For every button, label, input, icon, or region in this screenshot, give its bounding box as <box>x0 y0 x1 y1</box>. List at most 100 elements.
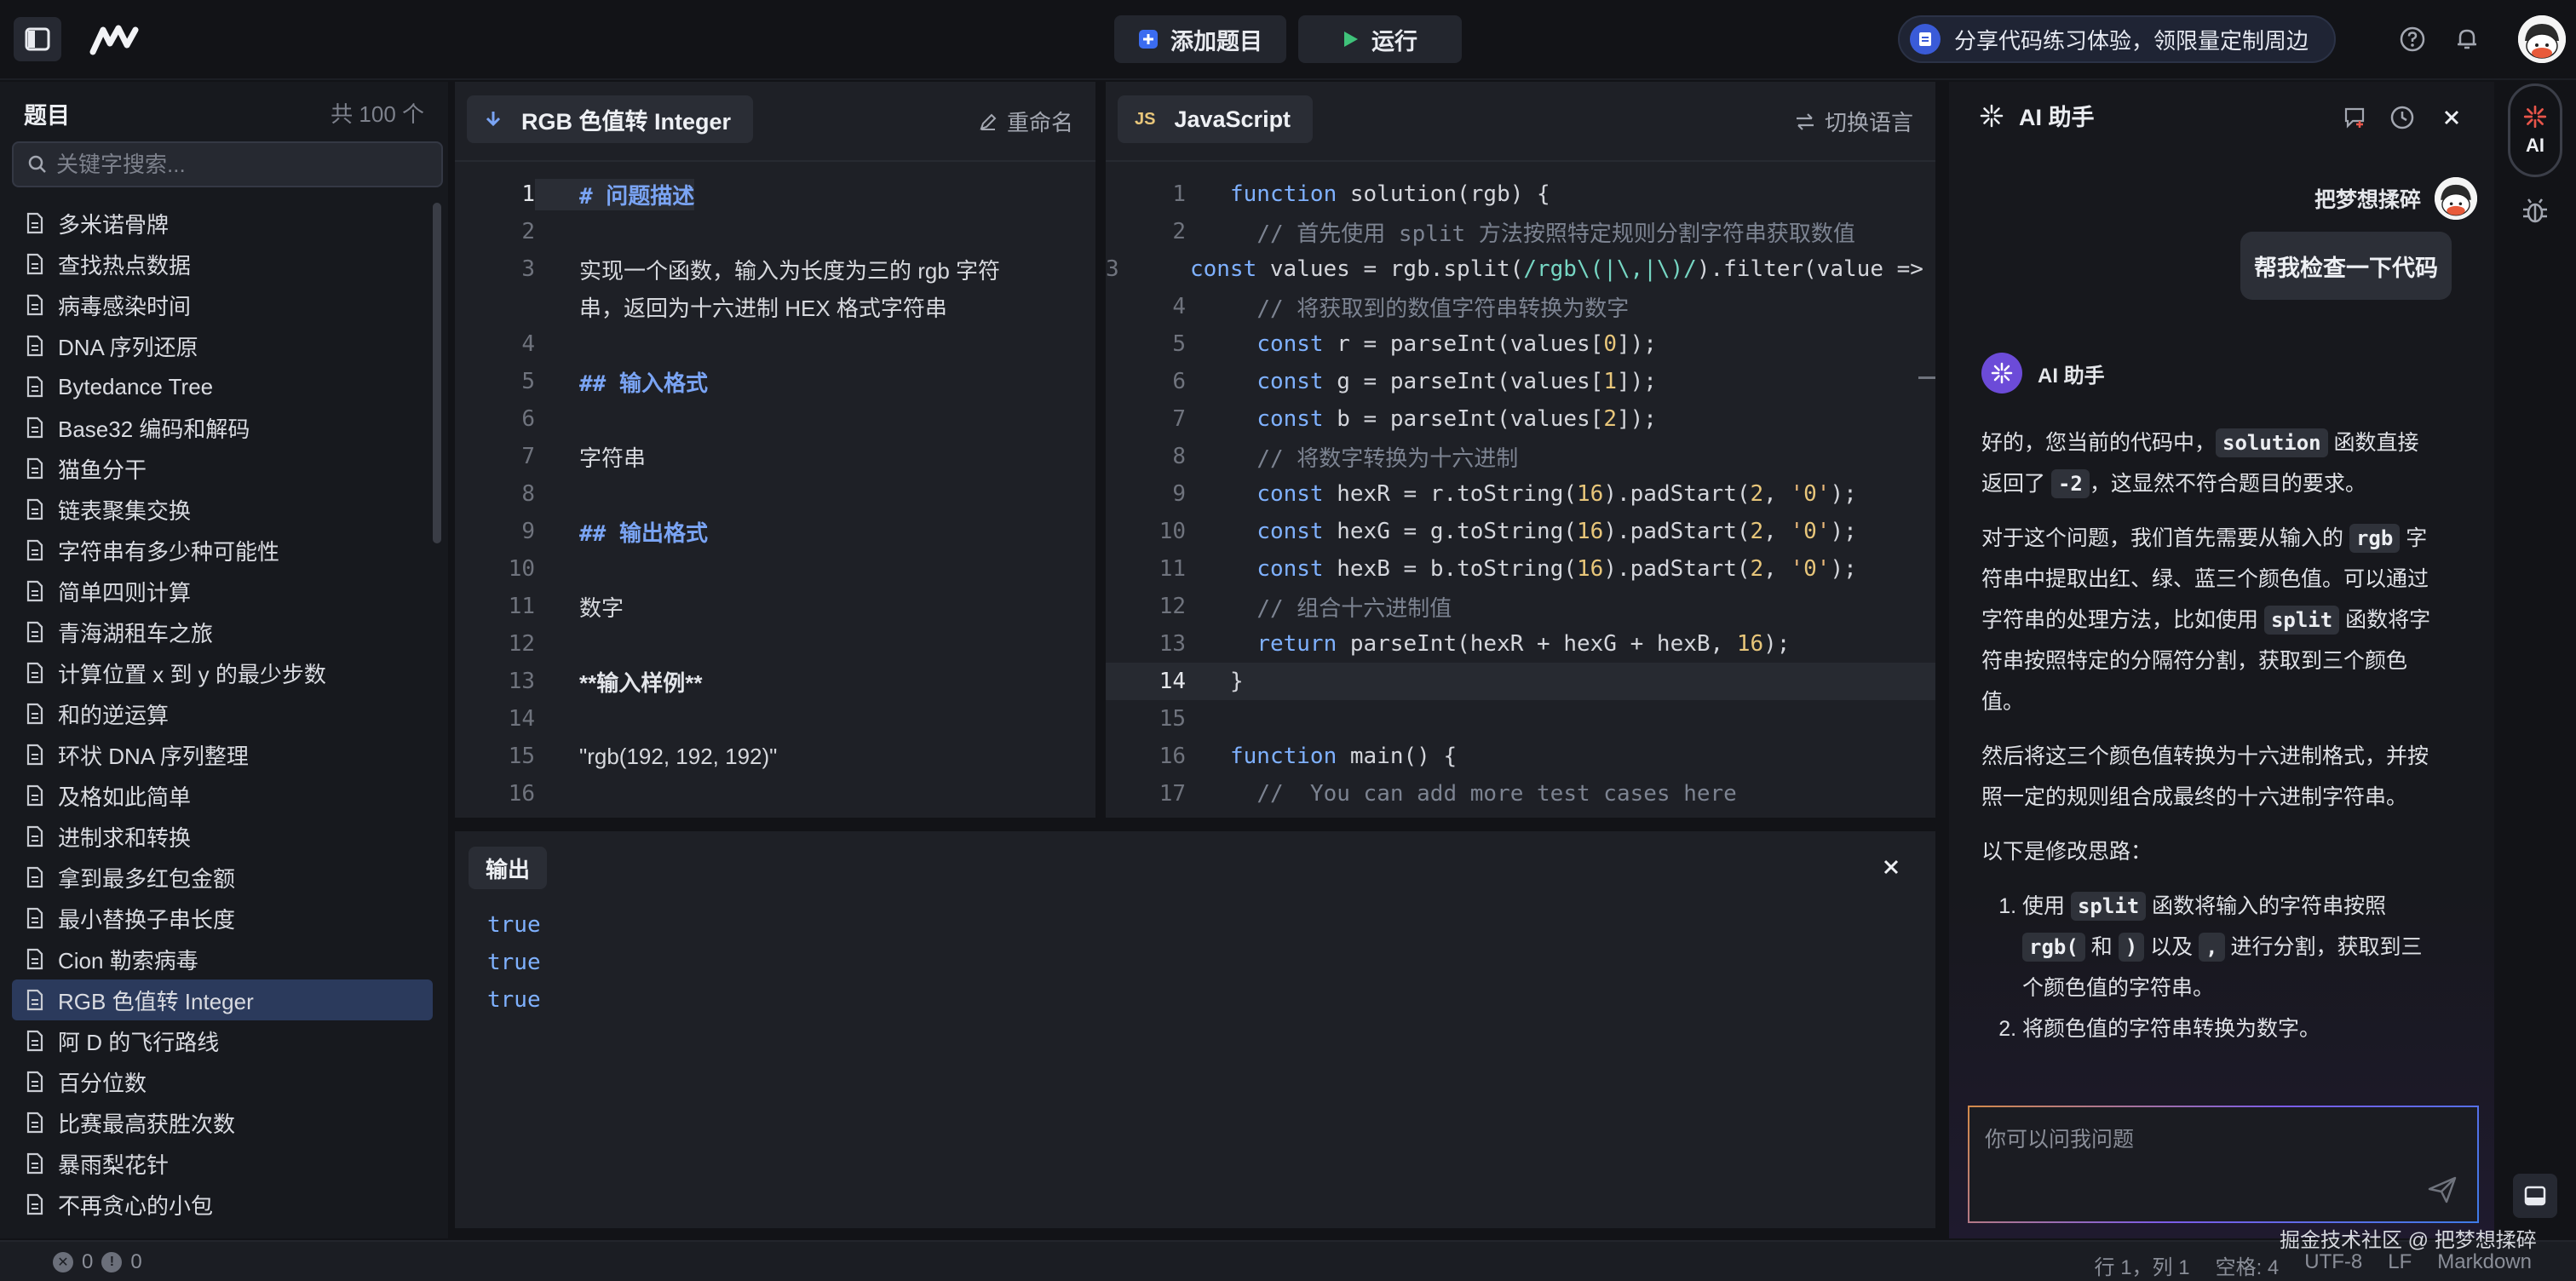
code-editor[interactable]: 1 function solution(rgb) {2 // 首先使用 split… <box>1106 175 1935 809</box>
problem-item[interactable]: 简单四则计算 <box>12 571 433 612</box>
line-number: 14 <box>1159 669 1186 694</box>
end-of-line[interactable]: LF <box>2388 1250 2412 1280</box>
problem-item[interactable]: 环状 DNA 序列整理 <box>12 734 433 775</box>
problem-item[interactable]: 字符串有多少种可能性 <box>12 530 433 571</box>
problem-item[interactable]: 不再贪心的小包 <box>12 1184 433 1225</box>
problem-item[interactable]: 阿 D 的飞行路线 <box>12 1020 433 1061</box>
cursor-position[interactable]: 行 1，列 1 <box>2095 1250 2190 1280</box>
encoding[interactable]: UTF-8 <box>2304 1250 2362 1280</box>
user-message-bubble: 帮我检查一下代码 <box>2240 232 2452 300</box>
sidebar-toggle-icon[interactable] <box>14 17 61 61</box>
user-name: 把梦想揉碎 <box>2314 188 2421 212</box>
problem-item[interactable]: 比赛最高获胜次数 <box>12 1102 433 1143</box>
problem-item[interactable]: 拿到最多红包金额 <box>12 857 433 898</box>
bug-icon[interactable] <box>2520 196 2550 227</box>
code-line-text: const hexG = g.toString(16).padStart(2, … <box>1256 519 1857 544</box>
language-tab[interactable]: JS JavaScript <box>1118 95 1314 143</box>
problem-item[interactable]: 暴雨梨花针 <box>12 1143 433 1184</box>
language-mode[interactable]: Markdown <box>2437 1250 2532 1280</box>
problems-indicator[interactable]: ✕ 0 ! 0 <box>53 1250 142 1274</box>
problem-item[interactable]: 百分位数 <box>12 1061 433 1102</box>
code-line: 9 const hexR = r.toString(16).padStart(2… <box>1106 475 1935 513</box>
assistant-avatar <box>1981 353 2022 393</box>
document-icon <box>26 539 43 561</box>
document-icon <box>26 1112 43 1134</box>
ai-rail-button[interactable]: AI <box>2508 83 2562 177</box>
problem-item[interactable]: 多米诺骨牌 <box>12 203 433 244</box>
help-icon[interactable] <box>2395 22 2429 56</box>
status-bar: ✕ 0 ! 0 行 1，列 1 空格: 4 UTF-8 LF Markdown <box>0 1240 2576 1281</box>
indentation[interactable]: 空格: 4 <box>2216 1250 2280 1280</box>
line-number: 11 <box>508 594 535 619</box>
description-line-text: 实现一个函数，输入为长度为三的 rgb 字符 <box>579 257 1001 284</box>
description-line: 16 <box>455 775 1095 809</box>
output-tab[interactable]: 输出 <box>469 847 548 889</box>
description-line-text: 数字 <box>579 595 624 621</box>
rename-button[interactable]: 重命名 <box>978 106 1073 137</box>
document-icon <box>26 580 43 602</box>
problem-item[interactable]: Bytedance Tree <box>12 366 433 407</box>
ai-question-input[interactable] <box>1985 1123 2411 1174</box>
problem-item[interactable]: RGB 色值转 Integer <box>12 979 433 1020</box>
add-problem-button[interactable]: 添加题目 <box>1114 15 1286 63</box>
line-number: 4 <box>1172 294 1186 319</box>
switch-language-button[interactable]: 切换语言 <box>1794 106 1913 137</box>
clipboard-icon <box>1910 24 1941 55</box>
promo-banner[interactable]: 分享代码练习体验，领限量定制周边 <box>1898 15 2336 63</box>
new-chat-icon[interactable] <box>2337 101 2372 135</box>
problem-item[interactable]: 计算位置 x 到 y 的最少步数 <box>12 652 433 693</box>
user-avatar <box>2435 177 2477 220</box>
problem-item[interactable]: 和的逆运算 <box>12 693 433 734</box>
problem-item[interactable]: 链表聚集交换 <box>12 489 433 530</box>
code-line: 11 const hexB = b.toString(16).padStart(… <box>1106 550 1935 588</box>
code-line-text: const g = parseInt(values[1]); <box>1256 369 1657 394</box>
run-button[interactable]: 运行 <box>1298 15 1462 63</box>
search-input[interactable] <box>56 151 431 178</box>
problem-item[interactable]: 猫鱼分干 <box>12 448 433 489</box>
code-line: 14} <box>1106 663 1935 700</box>
problem-item[interactable]: 及格如此简单 <box>12 775 433 816</box>
problem-item-label: 比赛最高获胜次数 <box>58 1111 236 1137</box>
description-line: 5 ## 输入格式 <box>455 363 1095 400</box>
description-line-text: **输入样例** <box>579 669 703 696</box>
problem-item[interactable]: 青海湖租车之旅 <box>12 612 433 652</box>
user-avatar[interactable] <box>2518 15 2566 63</box>
problem-list-scrollbar[interactable] <box>433 203 441 543</box>
code-line-text: function solution(rgb) { <box>1230 181 1550 207</box>
code-line-text: return parseInt(hexR + hexG + hexB, 16); <box>1256 631 1791 657</box>
sparkle-icon <box>1980 104 2004 127</box>
problem-item[interactable]: Cion 勒索病毒 <box>12 939 433 979</box>
warning-count: 0 <box>130 1250 142 1273</box>
document-icon <box>26 825 43 847</box>
description-editor[interactable]: 1 # 问题描述 2 3 实现一个函数，输入为长度为三的 rgb 字符 串，返回为十六进制… <box>455 175 1095 809</box>
download-icon <box>486 112 501 127</box>
line-number: 1 <box>1172 181 1186 207</box>
description-tab[interactable]: RGB 色值转 Integer <box>467 95 754 143</box>
problem-item[interactable]: DNA 序列还原 <box>12 325 433 366</box>
problem-item[interactable]: 最小替换子串长度 <box>12 898 433 939</box>
search-box[interactable] <box>12 141 443 187</box>
send-icon[interactable] <box>2426 1174 2458 1206</box>
document-icon <box>26 703 43 725</box>
panel-layout-icon[interactable] <box>2513 1174 2557 1218</box>
search-icon <box>28 155 46 173</box>
problem-item-label: 青海湖租车之旅 <box>58 620 214 646</box>
problem-item[interactable]: 病毒感染时间 <box>12 284 433 325</box>
inline-code: rgb <box>2349 524 2401 553</box>
assistant-steps: 使用 split 函数将输入的字符串按照 rgb( 和 ) 以及 , 进行分割，… <box>1981 886 2431 1049</box>
line-number: 3 <box>1106 256 1119 282</box>
description-line: 1 # 问题描述 <box>455 175 1095 213</box>
problem-item[interactable]: 进制求和转换 <box>12 816 433 857</box>
ai-input-box[interactable] <box>1968 1106 2479 1223</box>
problem-sidebar: 题目 共 100 个 多米诺骨牌查找热点数据病毒感染时间 DNA 序列还原 Byte… <box>0 82 448 1238</box>
code-line-text: } <box>1230 669 1244 694</box>
document-icon <box>26 498 43 520</box>
bell-icon[interactable] <box>2450 22 2484 56</box>
history-icon[interactable] <box>2385 101 2419 135</box>
problem-item[interactable]: 查找热点数据 <box>12 244 433 284</box>
close-icon[interactable] <box>2435 101 2469 135</box>
close-icon[interactable] <box>1877 853 1905 881</box>
code-line: 15 <box>1106 700 1935 738</box>
problem-item[interactable]: Base32 编码和解码 <box>12 407 433 448</box>
problem-item-label: 简单四则计算 <box>58 579 192 606</box>
